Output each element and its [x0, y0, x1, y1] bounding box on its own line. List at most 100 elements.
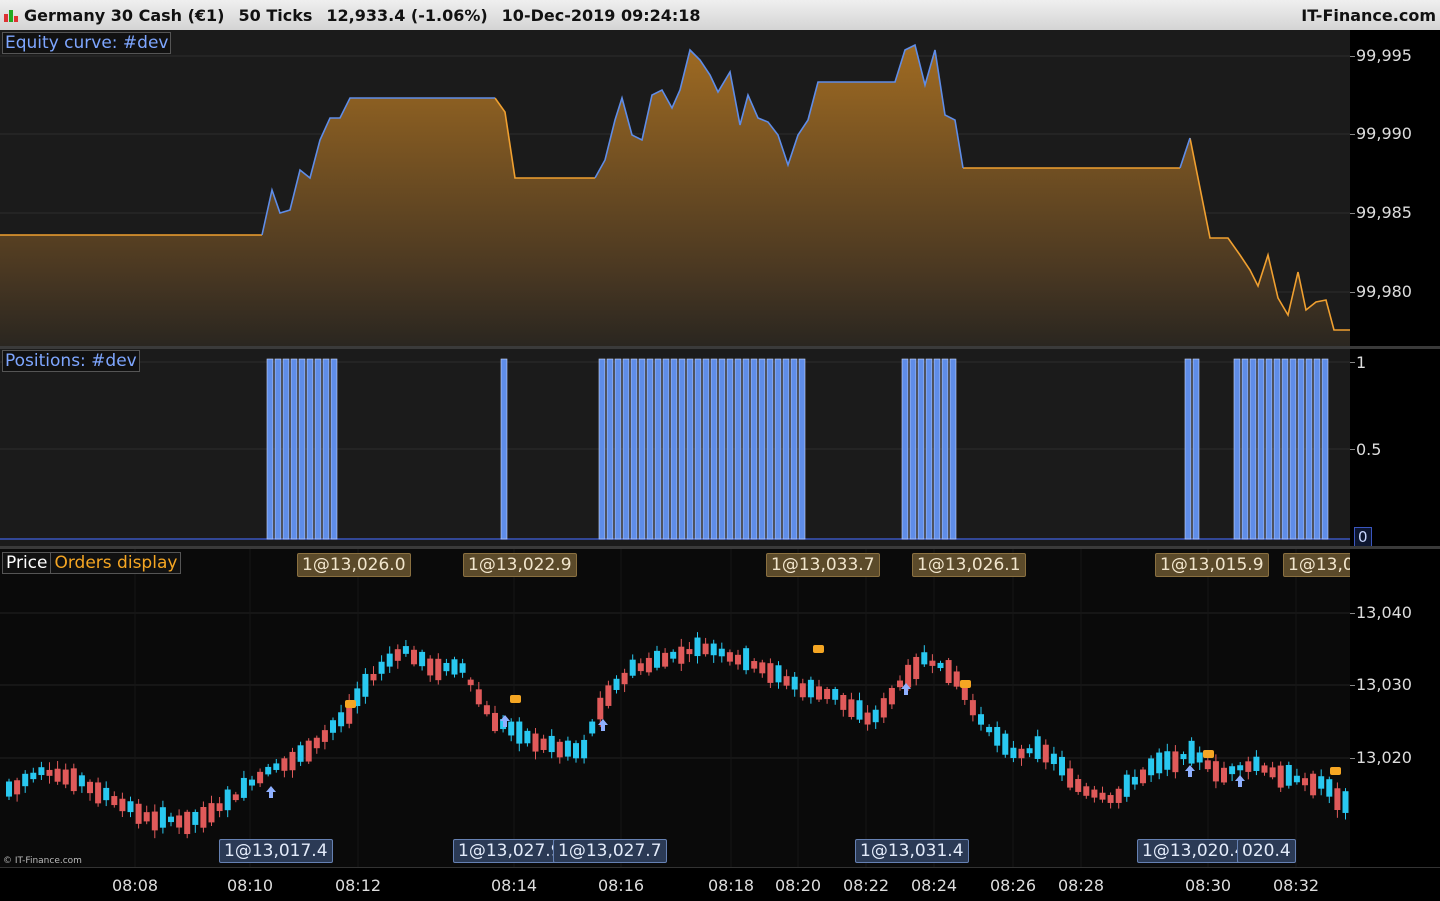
candle-body: [1075, 779, 1082, 792]
sell-order-tag[interactable]: 1@13,026.1: [912, 553, 1026, 577]
order-marker: [345, 700, 356, 708]
positions-axis[interactable]: 1 0.5 0: [1350, 349, 1440, 547]
price-tick: 13,030: [1356, 675, 1412, 694]
position-bar: [734, 358, 742, 540]
price-panel[interactable]: Price Orders display 1@13,026.0 1@13,022.…: [0, 549, 1350, 867]
time-tick: 08:20: [774, 876, 822, 895]
position-bar: [1241, 358, 1249, 540]
time-tick: 08:22: [842, 876, 890, 895]
time-tick: 08:30: [1184, 876, 1232, 895]
positions-panel-label[interactable]: Positions: #dev: [2, 350, 140, 372]
time-tick: 08:14: [490, 876, 538, 895]
position-bar: [274, 358, 282, 540]
candle-body: [87, 781, 93, 794]
buy-order-tag[interactable]: 1@13,027.9: [453, 839, 567, 863]
position-bar: [678, 358, 686, 540]
position-bar: [330, 358, 338, 540]
price-panel-label[interactable]: Price Orders display: [2, 552, 182, 574]
copyright-label: © IT-Finance.com: [3, 856, 82, 866]
position-bar: [782, 358, 790, 540]
position-bar: [1297, 358, 1305, 540]
candle-body: [1196, 752, 1203, 763]
candle-body: [986, 726, 993, 733]
candle-body: [289, 751, 296, 771]
candle-body: [1091, 789, 1098, 798]
candle-body: [483, 705, 490, 715]
candle-body: [135, 803, 142, 824]
order-marker: [960, 680, 971, 688]
candle-body: [370, 673, 377, 681]
candle-body: [621, 672, 628, 685]
equity-panel-label[interactable]: Equity curve: #dev: [2, 32, 172, 54]
candle-body: [297, 745, 304, 762]
candle-body: [702, 643, 709, 655]
candle-body: [573, 743, 579, 759]
position-bar: [686, 358, 694, 540]
candle-body: [897, 680, 903, 688]
candle-body: [330, 720, 336, 733]
time-tick: 08:24: [910, 876, 958, 895]
position-bar: [654, 358, 662, 540]
candle-body: [54, 768, 61, 782]
candle-body: [913, 656, 920, 680]
candle-body: [1261, 765, 1268, 773]
candle-body: [929, 660, 936, 666]
position-bar: [622, 358, 630, 540]
candle-body: [313, 737, 320, 749]
candle-body: [629, 659, 636, 676]
candle-body: [240, 777, 247, 798]
position-bar: [925, 358, 933, 540]
sell-order-tag[interactable]: 1@13,015.9: [1155, 553, 1269, 577]
candle-body: [767, 663, 774, 683]
buy-arrow-icon: [598, 719, 608, 731]
candle-body: [654, 650, 660, 668]
candle-body: [718, 648, 725, 657]
equity-curve-panel[interactable]: Equity curve: #dev: [0, 30, 1350, 346]
positions-panel[interactable]: Positions: #dev: [0, 349, 1350, 546]
candle-body: [1342, 791, 1349, 813]
equity-tick: 99,985: [1356, 203, 1412, 222]
position-bar: [670, 358, 678, 540]
position-bar: [306, 358, 314, 540]
candle-body: [427, 658, 434, 676]
period-selector[interactable]: 50 Ticks: [238, 6, 312, 25]
buy-order-tag[interactable]: 1@13,020.4: [1137, 839, 1251, 863]
price-tick: 13,020: [1356, 748, 1412, 767]
candle-body: [1221, 767, 1227, 783]
candle-body: [208, 803, 215, 823]
candle-body: [1188, 740, 1195, 764]
sell-order-tag[interactable]: 1@13,022.9: [463, 553, 577, 577]
candle-body: [378, 661, 385, 674]
position-bar: [314, 358, 322, 540]
candle-body: [46, 769, 53, 776]
candle-body: [475, 689, 482, 705]
sell-order-tag[interactable]: 1@13,0: [1283, 553, 1350, 577]
buy-order-tag[interactable]: 1@13,031.4: [855, 839, 969, 863]
buy-arrow-icon: [1185, 765, 1195, 777]
candle-body: [840, 694, 847, 710]
candle-body: [224, 789, 231, 811]
position-bar: [630, 358, 638, 540]
candle-body: [1050, 753, 1057, 765]
positions-tick: 1: [1356, 353, 1367, 372]
price-axis[interactable]: 13,040 13,030 13,020: [1350, 549, 1440, 867]
title-bar: Germany 30 Cash (€1) 50 Ticks 12,933.4 (…: [0, 0, 1440, 30]
candle-body: [119, 798, 126, 812]
position-bar: [646, 358, 654, 540]
buy-order-tag[interactable]: 1@13,017.4: [219, 839, 333, 863]
candle-body: [945, 660, 952, 684]
time-axis[interactable]: 08:08 08:10 08:12 08:14 08:16 08:18 08:2…: [0, 867, 1440, 901]
position-bar: [266, 358, 274, 540]
candle-body: [880, 698, 887, 718]
buy-order-tag[interactable]: 020.4: [1237, 839, 1296, 863]
equity-price-axis[interactable]: 99,995 99,990 99,985 99,980: [1350, 30, 1440, 346]
candle-body: [994, 727, 1001, 746]
position-bar: [638, 358, 646, 540]
buy-order-tag[interactable]: 1@13,027.7: [553, 839, 667, 863]
candle-body: [864, 712, 871, 725]
candle-body: [743, 648, 750, 671]
instrument-name[interactable]: Germany 30 Cash (€1): [24, 6, 224, 25]
sell-order-tag[interactable]: 1@13,026.0: [297, 553, 411, 577]
sell-order-tag[interactable]: 1@13,033.7: [766, 553, 880, 577]
position-bar: [1249, 358, 1257, 540]
